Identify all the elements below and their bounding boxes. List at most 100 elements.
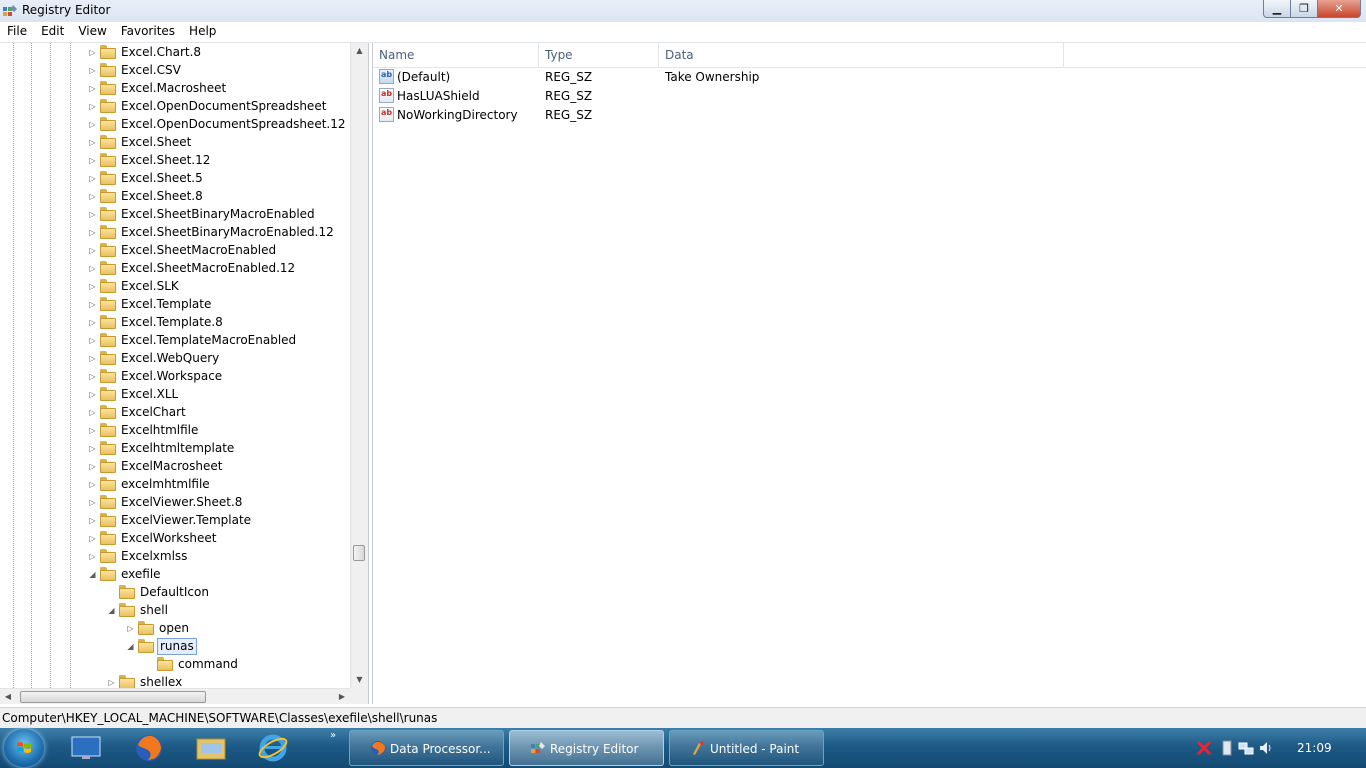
scroll-up-icon[interactable]: ▲ (351, 43, 368, 59)
expand-arrow-icon[interactable]: ▷ (88, 444, 97, 453)
values-list-pane[interactable]: Name Type Data ab (Default) REG_SZ Take Own… (372, 43, 1366, 704)
collapse-arrow-icon[interactable]: ◢ (88, 570, 97, 579)
tree-item[interactable]: DefaultIcon (0, 584, 350, 602)
menu-help[interactable]: Help (182, 22, 223, 42)
antivirus-flag-icon[interactable] (1196, 740, 1212, 756)
tree-item[interactable]: ▷ Excel.OpenDocumentSpreadsheet.12 (0, 116, 350, 134)
task-paint[interactable]: Untitled - Paint (669, 730, 824, 766)
menu-view[interactable]: View (71, 22, 113, 42)
menu-file[interactable]: File (0, 22, 34, 42)
collapse-arrow-icon[interactable]: ◢ (126, 642, 135, 651)
clock[interactable]: 21:09 (1297, 741, 1332, 755)
tree-item[interactable]: ▷ Excelhtmlfile (0, 422, 350, 440)
tree-item[interactable]: ▷ Excel.SheetBinaryMacroEnabled (0, 206, 350, 224)
close-button[interactable]: ✕ (1318, 0, 1361, 18)
expand-arrow-icon[interactable]: ▷ (88, 498, 97, 507)
tree-item[interactable]: ▷ Excel.Sheet.8 (0, 188, 350, 206)
task-registry-editor[interactable]: Registry Editor (509, 730, 664, 766)
tree-item[interactable]: ◢ shell (0, 602, 350, 620)
tree-item[interactable]: ▷ Excel.CSV (0, 62, 350, 80)
column-header-type[interactable]: Type (539, 43, 659, 67)
value-row[interactable]: ab HasLUAShield REG_SZ (373, 87, 1366, 106)
expand-arrow-icon[interactable]: ▷ (88, 84, 97, 93)
tree-item[interactable]: ▷ Excel.SLK (0, 278, 350, 296)
start-button[interactable] (4, 729, 44, 767)
expand-arrow-icon[interactable]: ▷ (88, 408, 97, 417)
tree-item[interactable]: ▷ Excel.XLL (0, 386, 350, 404)
expand-arrow-icon[interactable]: ▷ (88, 318, 97, 327)
pinned-internet-explorer[interactable] (255, 733, 291, 763)
expand-arrow-icon[interactable]: ▷ (88, 192, 97, 201)
expand-arrow-icon[interactable]: ▷ (88, 210, 97, 219)
maximize-button[interactable]: ❐ (1291, 0, 1318, 18)
tree-item[interactable]: ▷ Excel.Chart.8 (0, 44, 350, 62)
expand-arrow-icon[interactable]: ▷ (88, 102, 97, 111)
expand-arrow-icon[interactable]: ▷ (126, 624, 135, 633)
key-tree-pane[interactable]: ▷ Excel.Chart.8 ▷ Excel.CSV ▷ Excel.Macroshee… (0, 43, 369, 704)
pinned-windows-explorer[interactable] (193, 733, 229, 763)
tree-item[interactable]: ▷ Excel.SheetMacroEnabled.12 (0, 260, 350, 278)
expand-arrow-icon[interactable]: ▷ (88, 156, 97, 165)
tree-item[interactable]: ▷ Excel.OpenDocumentSpreadsheet (0, 98, 350, 116)
tree-item[interactable]: ▷ Excelxmlss (0, 548, 350, 566)
expand-arrow-icon[interactable]: ▷ (88, 48, 97, 57)
tree-horizontal-scroll-thumb[interactable] (20, 691, 206, 703)
tree-item[interactable]: ◢ runas (0, 638, 350, 656)
usb-device-icon[interactable] (1220, 740, 1234, 756)
tree-item[interactable]: ▷ Excel.Workspace (0, 368, 350, 386)
tree-item[interactable]: command (0, 656, 350, 674)
expand-arrow-icon[interactable]: ▷ (88, 516, 97, 525)
expand-arrow-icon[interactable]: ▷ (88, 120, 97, 129)
expand-arrow-icon[interactable]: ▷ (88, 480, 97, 489)
tree-item[interactable]: ▷ ExcelChart (0, 404, 350, 422)
expand-arrow-icon[interactable]: ▷ (88, 552, 97, 561)
tree-vertical-scroll-thumb[interactable] (353, 545, 365, 561)
value-row[interactable]: ab NoWorkingDirectory REG_SZ (373, 106, 1366, 125)
expand-arrow-icon[interactable]: ▷ (88, 426, 97, 435)
expand-arrow-icon[interactable]: ▷ (88, 372, 97, 381)
tree-item[interactable]: ▷ ExcelWorksheet (0, 530, 350, 548)
menu-edit[interactable]: Edit (34, 22, 71, 42)
tree-item[interactable]: ▷ Excel.SheetMacroEnabled (0, 242, 350, 260)
pinned-show-desktop[interactable] (68, 733, 104, 763)
expand-arrow-icon[interactable]: ▷ (88, 138, 97, 147)
expand-arrow-icon[interactable]: ▷ (107, 678, 116, 687)
tree-item[interactable]: ▷ Excel.TemplateMacroEnabled (0, 332, 350, 350)
tree-horizontal-scrollbar[interactable]: ◀ ▶ (0, 688, 350, 704)
expand-arrow-icon[interactable]: ▷ (88, 228, 97, 237)
value-row[interactable]: ab (Default) REG_SZ Take Ownership (373, 68, 1366, 87)
task-data-processor[interactable]: Data Processor... (349, 730, 504, 766)
network-icon[interactable] (1238, 740, 1254, 756)
tree-item[interactable]: ▷ Excel.Template.8 (0, 314, 350, 332)
expand-arrow-icon[interactable]: ▷ (88, 534, 97, 543)
scroll-right-icon[interactable]: ▶ (334, 689, 350, 704)
tree-item[interactable]: ▷ ExcelMacrosheet (0, 458, 350, 476)
minimize-button[interactable]: ▁ (1263, 0, 1291, 18)
tree-item[interactable]: ▷ excelmhtmlfile (0, 476, 350, 494)
scroll-down-icon[interactable]: ▼ (351, 672, 368, 688)
column-header-name[interactable]: Name (373, 43, 539, 67)
pinned-firefox[interactable] (131, 733, 167, 763)
expand-arrow-icon[interactable]: ▷ (88, 66, 97, 75)
tree-item[interactable]: ▷ ExcelViewer.Sheet.8 (0, 494, 350, 512)
expand-arrow-icon[interactable]: ▷ (88, 264, 97, 273)
expand-arrow-icon[interactable]: ▷ (88, 300, 97, 309)
tree-item[interactable]: ◢ exefile (0, 566, 350, 584)
expand-arrow-icon[interactable]: ▷ (88, 336, 97, 345)
expand-arrow-icon[interactable]: ▷ (88, 282, 97, 291)
tree-item[interactable]: ▷ Excelhtmltemplate (0, 440, 350, 458)
tree-item[interactable]: ▷ Excel.Sheet (0, 134, 350, 152)
tree-item[interactable]: ▷ open (0, 620, 350, 638)
volume-icon[interactable] (1258, 740, 1274, 756)
tree-item[interactable]: ▷ Excel.Template (0, 296, 350, 314)
tree-item[interactable]: ▷ Excel.Sheet.12 (0, 152, 350, 170)
tree-vertical-scrollbar[interactable]: ▲ ▼ (350, 43, 368, 688)
scroll-left-icon[interactable]: ◀ (0, 689, 16, 704)
collapse-arrow-icon[interactable]: ◢ (107, 606, 116, 615)
menu-favorites[interactable]: Favorites (114, 22, 182, 42)
expand-arrow-icon[interactable]: ▷ (88, 354, 97, 363)
expand-arrow-icon[interactable]: ▷ (88, 390, 97, 399)
tree-item[interactable]: ▷ Excel.WebQuery (0, 350, 350, 368)
tree-item[interactable]: ▷ Excel.Sheet.5 (0, 170, 350, 188)
tree-item[interactable]: ▷ shellex (0, 674, 350, 688)
